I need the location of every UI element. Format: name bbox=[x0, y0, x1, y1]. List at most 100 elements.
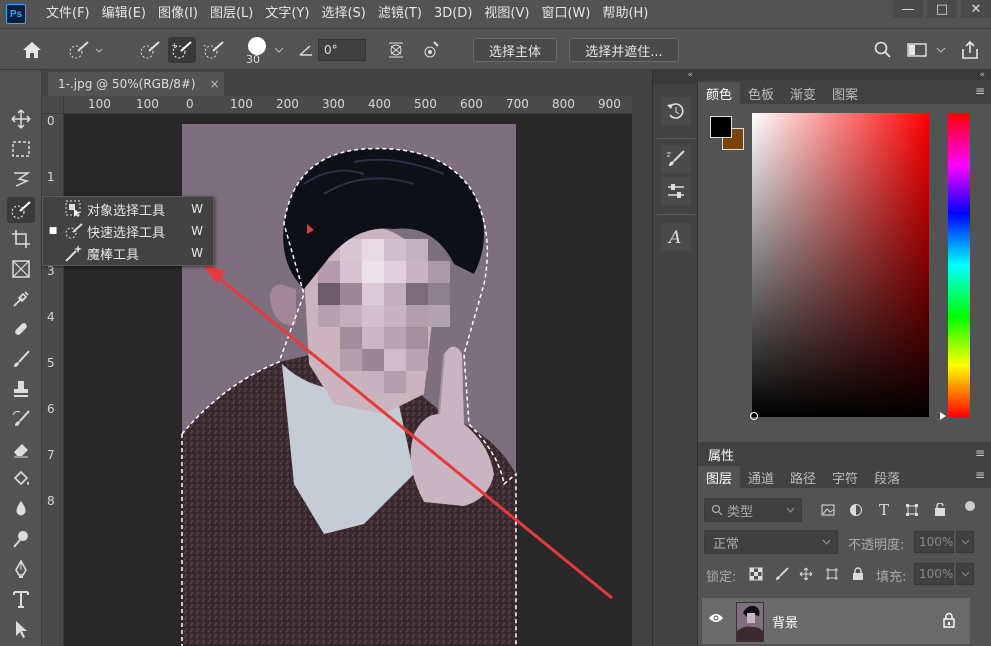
frame-tool-icon[interactable] bbox=[7, 256, 35, 282]
layer-row[interactable]: 背景 bbox=[702, 598, 970, 644]
subtract-from-selection-icon[interactable]: - bbox=[200, 37, 228, 63]
close-button[interactable]: ✕ bbox=[961, 0, 991, 18]
dodge-tool-icon[interactable] bbox=[7, 526, 35, 552]
tab-swatches[interactable]: 色板 bbox=[740, 82, 782, 104]
flyout-item-quick-selection[interactable]: ■ 快速选择工具 W bbox=[43, 220, 213, 242]
tab-patterns[interactable]: 图案 bbox=[824, 82, 866, 104]
panel-menu-icon[interactable]: ≡ bbox=[975, 84, 985, 98]
blend-mode-select[interactable]: 正常 bbox=[704, 530, 838, 554]
collapse-arrows-icon[interactable]: « bbox=[653, 70, 699, 84]
hue-slider[interactable] bbox=[948, 113, 970, 417]
layer-filter-select[interactable]: 类型 bbox=[704, 498, 802, 522]
menu-file[interactable]: 文件(F) bbox=[40, 0, 96, 28]
document-canvas[interactable] bbox=[64, 114, 632, 646]
opacity-dropdown[interactable] bbox=[956, 531, 974, 553]
home-icon[interactable] bbox=[18, 37, 46, 63]
history-panel-icon[interactable] bbox=[661, 97, 691, 125]
share-icon[interactable] bbox=[956, 37, 984, 63]
crop-tool-icon[interactable] bbox=[7, 226, 35, 252]
panel-menu-icon[interactable]: ≡ bbox=[975, 446, 985, 460]
search-icon[interactable] bbox=[870, 37, 896, 63]
fill-dropdown[interactable] bbox=[956, 563, 974, 585]
fill-input[interactable]: 100% bbox=[914, 563, 954, 585]
adjustments-panel-icon[interactable] bbox=[661, 177, 691, 205]
tab-character[interactable]: 字符 bbox=[824, 466, 866, 488]
workspace-icon[interactable] bbox=[904, 37, 930, 63]
filter-smart-object-icon[interactable] bbox=[930, 500, 950, 520]
angle-input[interactable]: 0° bbox=[318, 39, 366, 61]
filter-adjustment-icon[interactable] bbox=[846, 500, 866, 520]
select-subject-button[interactable]: 选择主体 bbox=[473, 38, 557, 62]
filter-pixel-icon[interactable] bbox=[818, 500, 838, 520]
auto-enhance-icon[interactable] bbox=[416, 37, 444, 63]
layer-lock-icon[interactable] bbox=[942, 612, 956, 632]
filter-type-icon[interactable]: T bbox=[874, 500, 894, 520]
lock-image-pixels-icon[interactable] bbox=[772, 564, 792, 584]
tab-paths[interactable]: 路径 bbox=[782, 466, 824, 488]
panel-menu-icon[interactable]: ≡ bbox=[975, 468, 985, 482]
brush-settings-panel-icon[interactable] bbox=[661, 145, 691, 173]
menu-items: 文件(F) 编辑(E) 图像(I) 图层(L) 文字(Y) 选择(S) 滤镜(T… bbox=[40, 0, 654, 28]
color-picker-marker[interactable] bbox=[750, 412, 758, 420]
menu-image[interactable]: 图像(I) bbox=[152, 0, 204, 28]
workspace-chevron-icon[interactable] bbox=[934, 37, 948, 63]
select-and-mask-button[interactable]: 选择并遮住... bbox=[569, 38, 679, 62]
healing-brush-tool-icon[interactable] bbox=[7, 316, 35, 342]
lasso-tool-icon[interactable] bbox=[7, 166, 35, 192]
menu-window[interactable]: 窗口(W) bbox=[535, 0, 596, 28]
visibility-eye-icon[interactable] bbox=[708, 612, 724, 628]
lock-position-icon[interactable] bbox=[796, 564, 816, 584]
tab-gradients[interactable]: 渐变 bbox=[782, 82, 824, 104]
menu-type[interactable]: 文字(Y) bbox=[259, 0, 315, 28]
add-to-selection-icon[interactable]: + bbox=[168, 37, 196, 63]
ruler-origin[interactable] bbox=[42, 96, 64, 114]
document-tab[interactable]: 1-.jpg @ 50%(RGB/8#) × bbox=[48, 72, 224, 96]
foreground-color-swatch[interactable] bbox=[710, 116, 732, 138]
maximize-button[interactable]: □ bbox=[927, 0, 957, 18]
filter-shape-icon[interactable] bbox=[902, 500, 922, 520]
flyout-item-object-selection[interactable]: 对象选择工具 W bbox=[43, 198, 213, 220]
tab-paragraph[interactable]: 段落 bbox=[866, 466, 908, 488]
properties-title[interactable]: 属性 bbox=[708, 445, 734, 464]
close-tab-icon[interactable]: × bbox=[210, 77, 220, 91]
tool-preset-picker[interactable] bbox=[66, 37, 106, 63]
brush-tool-icon[interactable] bbox=[7, 346, 35, 372]
history-brush-tool-icon[interactable] bbox=[7, 406, 35, 432]
menu-filter[interactable]: 滤镜(T) bbox=[372, 0, 428, 28]
hue-slider-marker[interactable] bbox=[940, 412, 946, 420]
menu-layer[interactable]: 图层(L) bbox=[204, 0, 259, 28]
pen-tool-icon[interactable] bbox=[7, 556, 35, 582]
photo-canvas[interactable] bbox=[64, 114, 632, 646]
move-tool-icon[interactable] bbox=[7, 106, 35, 132]
menu-3d[interactable]: 3D(D) bbox=[428, 0, 478, 28]
filter-toggle-icon[interactable] bbox=[960, 496, 980, 516]
lock-all-icon[interactable] bbox=[848, 564, 868, 584]
paint-bucket-tool-icon[interactable] bbox=[7, 466, 35, 492]
color-field[interactable] bbox=[752, 113, 929, 417]
eyedropper-tool-icon[interactable] bbox=[7, 286, 35, 312]
vertical-scrollbar[interactable] bbox=[632, 96, 652, 646]
menu-help[interactable]: 帮助(H) bbox=[596, 0, 654, 28]
clone-stamp-tool-icon[interactable] bbox=[7, 376, 35, 402]
eraser-tool-icon[interactable] bbox=[7, 436, 35, 462]
lock-transparent-pixels-icon[interactable] bbox=[746, 564, 766, 584]
tab-color[interactable]: 颜色 bbox=[698, 82, 741, 104]
tab-layers[interactable]: 图层 bbox=[698, 466, 741, 488]
quick-selection-tool-icon[interactable] bbox=[7, 197, 35, 223]
menu-edit[interactable]: 编辑(E) bbox=[96, 0, 152, 28]
chevron-down-icon[interactable] bbox=[272, 37, 286, 63]
blur-tool-icon[interactable] bbox=[7, 496, 35, 522]
marquee-tool-icon[interactable] bbox=[7, 136, 35, 162]
new-selection-icon[interactable] bbox=[136, 37, 164, 63]
minimize-button[interactable]: — bbox=[893, 0, 923, 18]
type-tool-icon[interactable] bbox=[7, 586, 35, 612]
menu-select[interactable]: 选择(S) bbox=[315, 0, 371, 28]
path-selection-tool-icon[interactable] bbox=[7, 616, 35, 642]
flyout-item-magic-wand[interactable]: 魔棒工具 W bbox=[43, 242, 213, 264]
glyphs-panel-icon[interactable]: A bbox=[661, 223, 691, 251]
menu-view[interactable]: 视图(V) bbox=[478, 0, 535, 28]
sample-all-layers-icon[interactable] bbox=[382, 37, 410, 63]
tab-channels[interactable]: 通道 bbox=[740, 466, 782, 488]
opacity-input[interactable]: 100% bbox=[914, 531, 954, 553]
lock-artboard-icon[interactable] bbox=[822, 564, 842, 584]
